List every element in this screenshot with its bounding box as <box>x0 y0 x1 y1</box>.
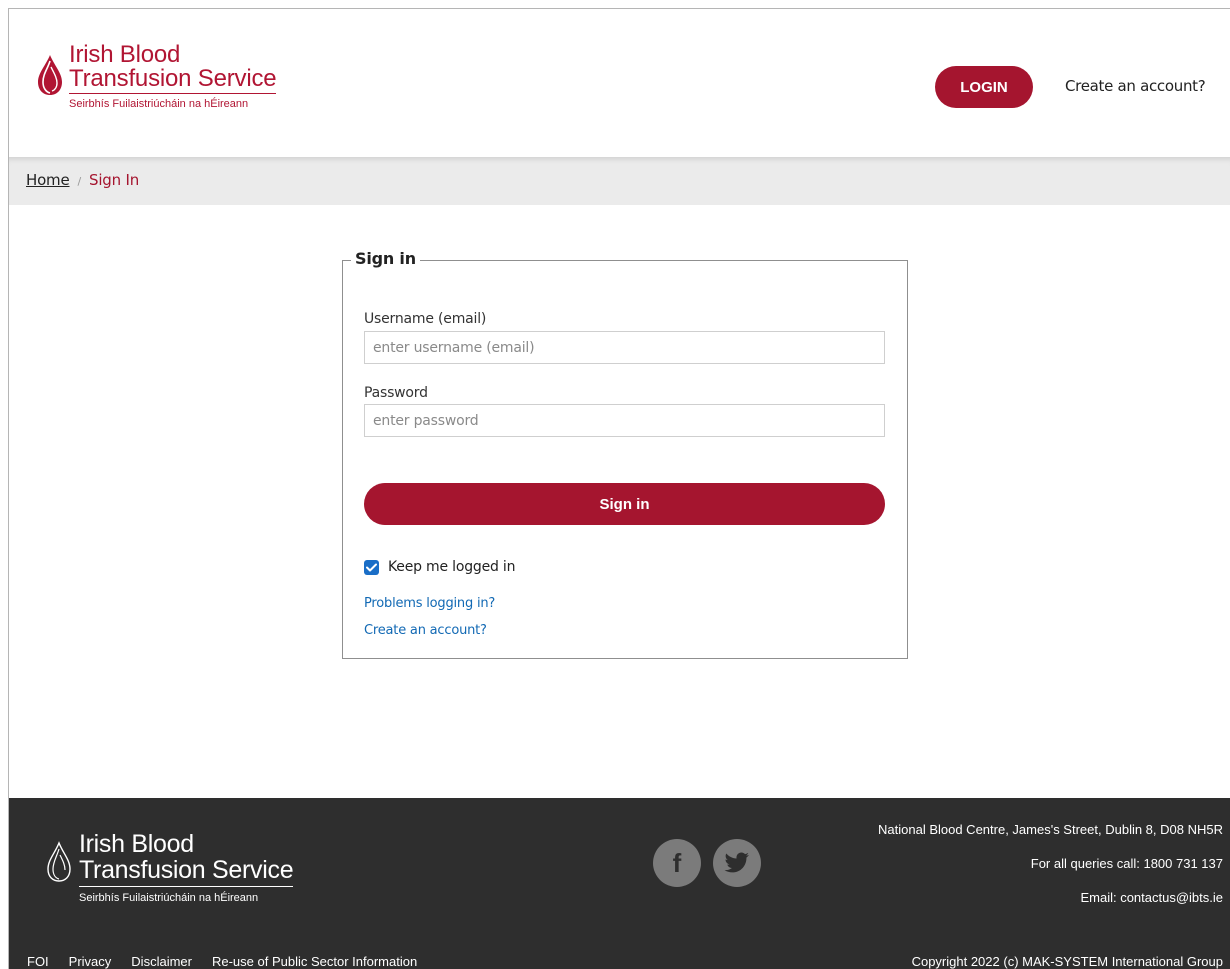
breadcrumb-bar: Home / Sign In <box>9 157 1230 205</box>
signin-fieldset: Sign in Username (email) Password Sign i… <box>342 249 908 659</box>
breadcrumb-current: Sign In <box>89 171 140 189</box>
keep-logged-in-checkbox[interactable] <box>364 559 379 575</box>
keep-logged-in-row[interactable]: Keep me logged in <box>364 559 515 575</box>
signin-legend: Sign in <box>351 249 420 268</box>
facebook-icon: f <box>672 847 682 878</box>
footer-logo-line-3: Seirbhís Fuilaistriúcháin na hÉireann <box>79 892 259 904</box>
login-button[interactable]: LOGIN <box>935 66 1033 108</box>
username-label: Username (email) <box>364 311 487 327</box>
keep-logged-in-label[interactable]: Keep me logged in <box>388 559 515 575</box>
password-label: Password <box>364 385 428 401</box>
create-account-link[interactable]: Create an account? <box>364 623 487 638</box>
twitter-link[interactable] <box>713 839 761 887</box>
footer-logo-line-2: Transfusion Service <box>79 857 294 887</box>
logo-line-1: Irish Blood <box>69 41 181 68</box>
breadcrumb-home-link[interactable]: Home <box>26 171 70 189</box>
footer-link-reuse[interactable]: Re-use of Public Sector Information <box>212 954 417 969</box>
problems-logging-in-link[interactable]: Problems logging in? <box>364 596 495 611</box>
facebook-link[interactable]: f <box>653 839 701 887</box>
footer-links: FOI Privacy Disclaimer Re-use of Public … <box>27 954 417 969</box>
footer-link-foi[interactable]: FOI <box>27 954 49 969</box>
footer-email[interactable]: Email: contactus@ibts.ie <box>1080 890 1223 905</box>
password-input[interactable] <box>364 404 885 437</box>
signin-button[interactable]: Sign in <box>364 483 885 525</box>
blood-drop-logo-icon <box>38 55 62 95</box>
footer-logo-line-1: Irish Blood <box>79 830 194 858</box>
browser-viewport: Irish Blood Transfusion Service Seirbhís… <box>8 8 1230 969</box>
logo-line-3: Seirbhís Fuilaistriúcháin na hÉireann <box>69 98 249 110</box>
footer-copyright: Copyright 2022 (c) MAK-SYSTEM Internatio… <box>911 954 1223 969</box>
site-header: Irish Blood Transfusion Service Seirbhís… <box>9 9 1230 157</box>
footer-link-disclaimer[interactable]: Disclaimer <box>131 954 192 969</box>
breadcrumb: Home / Sign In <box>26 171 139 189</box>
ibts-logo[interactable]: Irish Blood Transfusion Service Seirbhís… <box>35 43 295 123</box>
footer-address: National Blood Centre, James's Street, D… <box>878 822 1223 837</box>
breadcrumb-separator: / <box>77 175 82 188</box>
footer-wordmark: Irish Blood Transfusion Service Seirbhís… <box>79 830 294 905</box>
username-input[interactable] <box>364 331 885 364</box>
twitter-icon <box>724 852 749 873</box>
footer-link-privacy[interactable]: Privacy <box>69 954 112 969</box>
checkmark-icon <box>366 563 377 571</box>
blood-drop-outline-icon <box>47 841 71 882</box>
logo-wordmark: Irish Blood Transfusion Service Seirbhís… <box>69 41 277 111</box>
logo-line-2: Transfusion Service <box>69 65 277 94</box>
site-footer: Irish Blood Transfusion Service Seirbhís… <box>9 798 1230 969</box>
footer-phone: For all queries call: 1800 731 137 <box>1030 856 1223 871</box>
create-account-header-link[interactable]: Create an account? <box>1065 77 1206 95</box>
